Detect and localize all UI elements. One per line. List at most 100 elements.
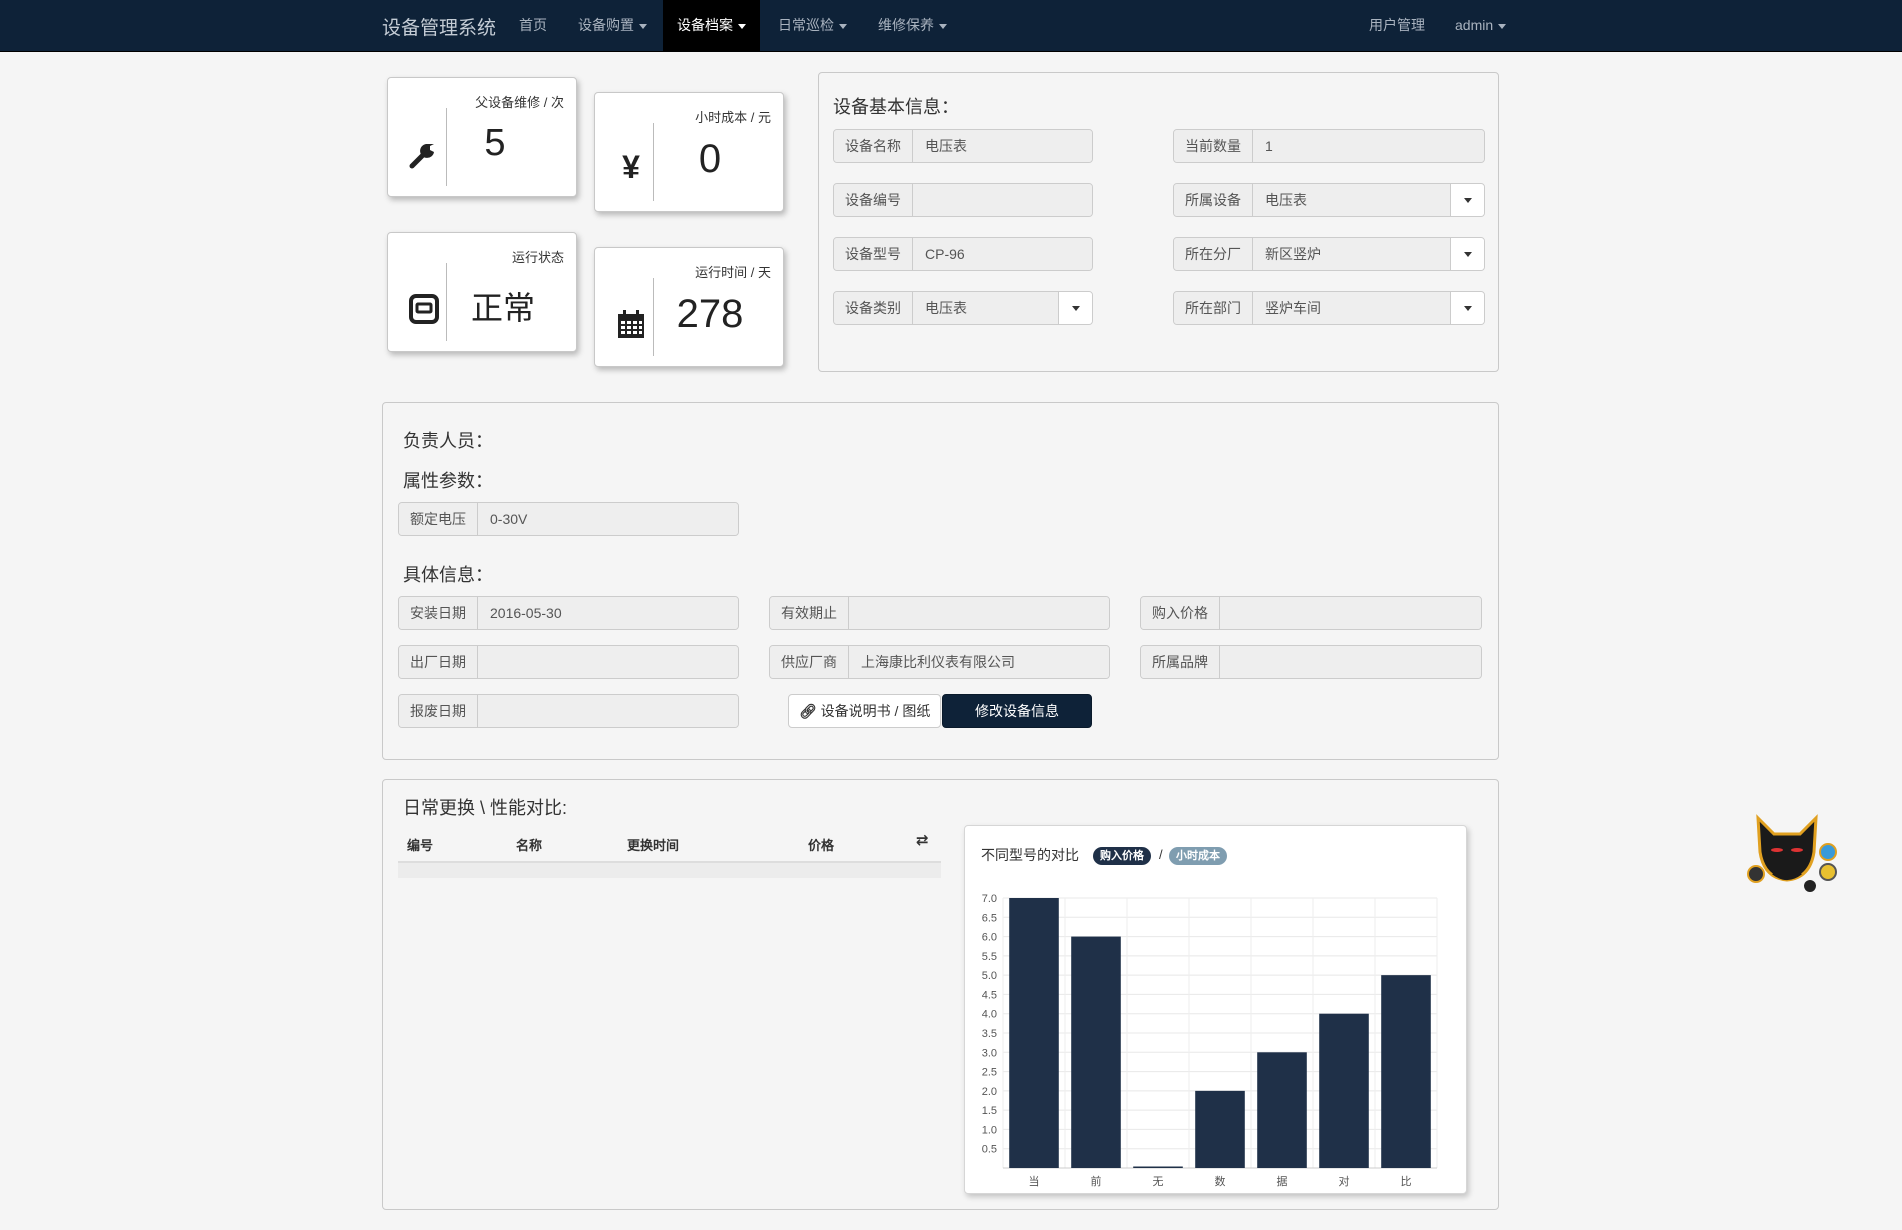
chevron-down-icon bbox=[1463, 197, 1472, 203]
column-header-name: 名称 bbox=[516, 838, 543, 853]
install-date-field[interactable]: 2016-05-30 bbox=[478, 597, 738, 629]
y-tick-label: 6.0 bbox=[982, 932, 997, 944]
valid-until-label: 有效期止 bbox=[770, 597, 849, 629]
stat-card-parent-repair: 父设备维修 / 次 5 bbox=[387, 77, 577, 197]
chart-bar bbox=[1195, 1090, 1245, 1168]
yen-icon: ¥ bbox=[622, 149, 640, 185]
device-model-group: 设备型号 CP-96 bbox=[833, 237, 1093, 271]
brand-label: 所属品牌 bbox=[1141, 646, 1220, 678]
comparison-chart: 不同型号的对比 购入价格 / 小时成本 0.5 1.0 1.5 2.0 2.5 3.0 3.… bbox=[964, 825, 1467, 1194]
stat-label: 运行时间 / 天 bbox=[695, 265, 771, 280]
device-name-label: 设备名称 bbox=[834, 130, 913, 162]
scrap-date-label: 报废日期 bbox=[399, 695, 478, 727]
y-tick-label: 5.5 bbox=[982, 951, 997, 963]
y-tick-label: 1.5 bbox=[982, 1105, 997, 1117]
supplier-field[interactable]: 上海康比利仪表有限公司 bbox=[849, 646, 1109, 678]
edit-device-button[interactable]: 修改设备信息 bbox=[942, 694, 1092, 728]
y-tick-label: 4.0 bbox=[982, 1009, 997, 1021]
nav-user-management[interactable]: 用户管理 bbox=[1355, 0, 1439, 51]
chevron-down-icon bbox=[738, 23, 746, 29]
valid-until-group: 有效期止 bbox=[769, 596, 1110, 630]
x-tick-label: 前 bbox=[1091, 1174, 1102, 1188]
y-tick-label: 3.5 bbox=[982, 1028, 997, 1040]
valid-until-field[interactable] bbox=[849, 597, 1109, 629]
nav-user-menu[interactable]: admin bbox=[1441, 0, 1520, 51]
manufacture-date-field[interactable] bbox=[478, 646, 738, 678]
device-type-group: 设备类别 电压表 bbox=[833, 291, 1093, 325]
y-tick-label: 7.0 bbox=[982, 893, 997, 905]
y-tick-label: 2.5 bbox=[982, 1067, 997, 1079]
department-select[interactable]: 竖炉车间 bbox=[1253, 292, 1450, 324]
y-tick-label: 4.5 bbox=[982, 989, 997, 1001]
y-tick-label: 6.5 bbox=[982, 912, 997, 924]
column-header-time: 更换时间 bbox=[627, 838, 680, 853]
factory-dropdown[interactable] bbox=[1450, 238, 1484, 270]
manufacture-date-group: 出厂日期 bbox=[398, 645, 739, 679]
department-label: 所在部门 bbox=[1174, 292, 1253, 324]
chevron-down-icon bbox=[1498, 23, 1507, 29]
manufacture-date-label: 出厂日期 bbox=[399, 646, 478, 678]
parent-device-select[interactable]: 电压表 bbox=[1253, 184, 1450, 216]
x-tick-label: 数 bbox=[1215, 1175, 1226, 1188]
attributes-title: 属性参数： bbox=[403, 471, 493, 491]
factory-group: 所在分厂 新区竖炉 bbox=[1173, 237, 1485, 271]
brand-field[interactable] bbox=[1220, 646, 1481, 678]
parent-device-dropdown[interactable] bbox=[1450, 184, 1484, 216]
nav-archive[interactable]: 设备档案 bbox=[663, 0, 760, 51]
quantity-group: 当前数量 1 bbox=[1173, 129, 1485, 163]
brand-group: 所属品牌 bbox=[1140, 645, 1482, 679]
rated-voltage-label: 额定电压 bbox=[399, 503, 478, 535]
device-model-field[interactable]: CP-96 bbox=[913, 238, 1092, 270]
device-no-label: 设备编号 bbox=[834, 184, 913, 216]
x-tick-label: 无 bbox=[1153, 1176, 1164, 1188]
purchase-price-field[interactable] bbox=[1220, 597, 1481, 629]
device-type-select[interactable]: 电压表 bbox=[913, 292, 1058, 324]
chevron-down-icon bbox=[639, 23, 647, 29]
swap-icon[interactable]: ⇄ bbox=[916, 831, 929, 849]
divider bbox=[446, 263, 447, 341]
y-tick-label: 0.5 bbox=[982, 1144, 997, 1156]
department-dropdown[interactable] bbox=[1450, 292, 1484, 324]
mascot-cat-image[interactable] bbox=[1744, 812, 1840, 896]
details-panel: 负责人员： 属性参数： 额定电压 0-30V 具体信息： 安装日期 2016-0… bbox=[382, 402, 1499, 760]
nav-maintenance[interactable]: 维修保养 bbox=[864, 0, 961, 51]
specific-info-title: 具体信息： bbox=[403, 565, 493, 585]
supplier-group: 供应厂商 上海康比利仪表有限公司 bbox=[769, 645, 1110, 679]
chart-bar bbox=[1257, 1052, 1307, 1168]
table-row bbox=[398, 863, 941, 878]
stat-card-run-status: 运行状态 正常 bbox=[387, 232, 577, 352]
device-name-field[interactable]: 电压表 bbox=[913, 130, 1092, 162]
install-date-label: 安装日期 bbox=[399, 597, 478, 629]
column-header-no: 编号 bbox=[407, 838, 434, 853]
stat-value: 0 bbox=[698, 137, 722, 181]
chart-bar bbox=[1071, 936, 1121, 1168]
chevron-down-icon bbox=[1463, 305, 1472, 311]
nav-home[interactable]: 首页 bbox=[505, 0, 561, 51]
chevron-down-icon bbox=[839, 23, 847, 29]
rated-voltage-group: 额定电压 0-30V bbox=[398, 502, 739, 536]
chevron-down-icon bbox=[1463, 251, 1472, 257]
device-no-field[interactable] bbox=[913, 184, 1092, 216]
device-type-dropdown[interactable] bbox=[1058, 292, 1092, 324]
chevron-down-icon bbox=[939, 23, 947, 29]
quantity-field[interactable]: 1 bbox=[1253, 130, 1484, 162]
rated-voltage-field[interactable]: 0-30V bbox=[478, 503, 738, 535]
manual-button[interactable]: 🔗︎ 设备说明书 / 图纸 bbox=[788, 694, 942, 728]
y-tick-label: 1.0 bbox=[982, 1124, 997, 1136]
factory-select[interactable]: 新区竖炉 bbox=[1253, 238, 1450, 270]
department-group: 所在部门 竖炉车间 bbox=[1173, 291, 1485, 325]
x-tick-label: 据 bbox=[1277, 1174, 1288, 1188]
device-no-group: 设备编号 bbox=[833, 183, 1093, 217]
nav-purchase[interactable]: 设备购置 bbox=[564, 0, 661, 51]
x-tick-label: 比 bbox=[1401, 1175, 1412, 1188]
brand-title[interactable]: 设备管理系统 bbox=[382, 13, 496, 40]
divider bbox=[653, 278, 654, 356]
y-tick-label: 5.0 bbox=[982, 970, 997, 982]
quantity-label: 当前数量 bbox=[1174, 130, 1253, 162]
chart-bar bbox=[1381, 975, 1431, 1168]
scrap-date-field[interactable] bbox=[478, 695, 738, 727]
nav-inspection[interactable]: 日常巡检 bbox=[764, 0, 861, 51]
x-tick-label: 当 bbox=[1029, 1174, 1040, 1188]
bar-chart-svg: 0.5 1.0 1.5 2.0 2.5 3.0 3.5 4.0 4.5 5.0 5.5 6.0 6.5 7… bbox=[982, 893, 1438, 1188]
replacement-title: 日常更换 \ 性能对比: bbox=[403, 798, 568, 818]
